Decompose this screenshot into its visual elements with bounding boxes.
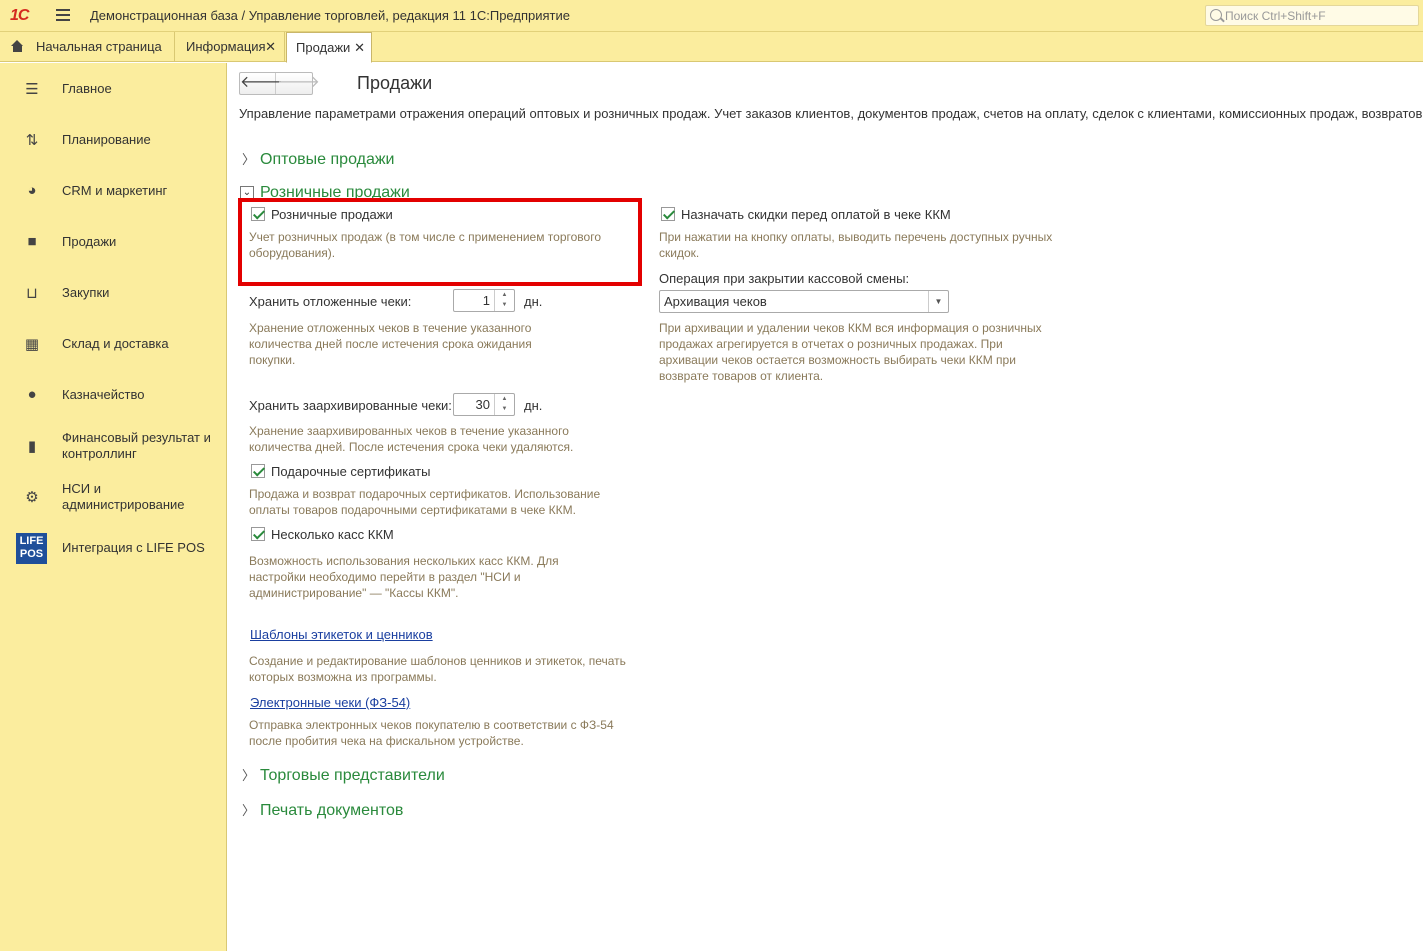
sidebar-item-label: Планирование [62, 132, 151, 147]
tab-label: Продажи [296, 40, 351, 55]
close-shift-select[interactable]: Архивация чеков ▼ [659, 290, 949, 313]
multi-kkm-label: Несколько касс ККМ [271, 527, 394, 542]
archived-days-value: 30 [475, 397, 490, 412]
archived-checks-hint: Хранение заархивированных чеков в течени… [249, 424, 574, 454]
tab-information[interactable]: Информация ✕ [176, 32, 285, 62]
spin-arrows[interactable]: ▲ ▼ [494, 290, 514, 311]
ruble-icon: ● [27, 386, 37, 403]
close-icon[interactable]: ✕ [265, 32, 276, 62]
main-content: 🡐 🡒 Продажи Управление параметрами отраж… [228, 63, 1423, 951]
sidebar-item-warehouse[interactable]: ▦ Склад и доставка [0, 324, 226, 364]
multi-kkm-checkbox[interactable] [251, 527, 265, 541]
app-logo: 1С [10, 7, 29, 24]
title-bar: 1С Демонстрационная база / Управление то… [0, 0, 1423, 32]
sidebar-item-lifepos[interactable]: LIFE POS Интеграция с LIFE POS [0, 528, 226, 568]
search-icon [1210, 9, 1222, 21]
discount-checkbox[interactable] [661, 207, 675, 221]
close-shift-hint: При архивации и удалении чеков ККМ вся и… [659, 321, 1042, 383]
home-icon [11, 40, 24, 52]
archived-days-unit: дн. [524, 398, 543, 413]
sidebar-item-planning[interactable]: ⇅ Планирование [0, 120, 226, 160]
sidebar-item-admin[interactable]: ⚙ НСИ и администрирование [0, 477, 226, 517]
chevron-right-icon: 〉 [242, 768, 256, 783]
sidebar-item-label: Казначейство [62, 387, 145, 402]
sidebar-item-label: Главное [62, 81, 112, 96]
deferred-checks-hint: Хранение отложенных чеков в течение указ… [249, 321, 532, 367]
page-description: Управление параметрами отражения операци… [239, 106, 1423, 121]
close-shift-label: Операция при закрытии кассовой смены: [659, 271, 910, 286]
section-wholesale[interactable]: 〉 Оптовые продажи [242, 149, 394, 169]
sidebar-item-main[interactable]: ☰ Главное [0, 69, 226, 109]
sidebar-item-label: Закупки [62, 285, 110, 300]
section-print-documents[interactable]: 〉 Печать документов [242, 800, 403, 820]
archived-checks-label: Хранить заархивированные чеки: [249, 398, 452, 413]
cart-icon: ⊔ [26, 285, 38, 302]
nav-buttons: 🡐 🡒 [239, 72, 320, 95]
gift-certificates-hint: Продажа и возврат подарочных сертификато… [249, 487, 601, 517]
arrow-down-icon[interactable]: ▼ [495, 404, 514, 414]
tab-label: Информация [186, 39, 266, 54]
sidebar: ☰ Главное ⇅ Планирование ◕ CRM и маркети… [0, 63, 227, 951]
warehouse-icon: ▦ [24, 336, 40, 353]
tab-sales[interactable]: Продажи ✕ [286, 32, 372, 63]
multi-kkm-hint: Возможность использования нескольких кас… [249, 554, 559, 600]
forward-arrow-icon[interactable]: 🡒 [277, 73, 320, 94]
section-label: Оптовые продажи [260, 151, 395, 168]
section-label: Торговые представители [260, 767, 445, 784]
spin-arrows[interactable]: ▲ ▼ [494, 394, 514, 415]
tab-label: Начальная страница [36, 39, 162, 54]
page-title: Продажи [357, 73, 433, 93]
chevron-right-icon: 〉 [242, 152, 256, 167]
arrow-up-icon[interactable]: ▲ [495, 290, 514, 300]
deferred-days-input[interactable]: 1 ▲ ▼ [453, 289, 515, 312]
planning-icon: ⇅ [25, 132, 39, 149]
main-menu-icon[interactable] [56, 9, 70, 21]
list-icon: ☰ [25, 81, 39, 98]
sidebar-item-label: Интеграция с LIFE POS [62, 540, 205, 555]
bar-chart-icon: ▮ [27, 438, 37, 455]
sidebar-item-label: CRM и маркетинг [62, 183, 168, 198]
sidebar-item-label: Продажи [62, 234, 117, 249]
sidebar-item-sales[interactable]: ■ Продажи [0, 222, 226, 262]
sidebar-item-treasury[interactable]: ● Казначейство [0, 375, 226, 415]
label-templates-link[interactable]: Шаблоны этикеток и ценников [250, 627, 433, 642]
tab-home[interactable]: Начальная страница [0, 32, 175, 62]
section-sales-reps[interactable]: 〉 Торговые представители [242, 765, 445, 785]
tabs-bar: Начальная страница Информация ✕ Продажи … [0, 32, 1423, 63]
chevron-down-icon[interactable]: ▼ [928, 291, 948, 312]
close-shift-value: Архивация чеков [664, 294, 767, 309]
section-label: Печать документов [260, 802, 404, 819]
sidebar-item-label: Склад и доставка [62, 336, 169, 351]
global-search[interactable] [1205, 5, 1419, 26]
lifepos-icon: LIFE POS [16, 533, 47, 564]
discount-label: Назначать скидки перед оплатой в чеке КК… [681, 207, 951, 222]
archived-days-input[interactable]: 30 ▲ ▼ [453, 393, 515, 416]
electronic-checks-link[interactable]: Электронные чеки (ФЗ-54) [250, 695, 410, 710]
close-icon[interactable]: ✕ [354, 33, 365, 63]
lifepos-logo-text: LIFE POS [19, 535, 44, 560]
deferred-days-unit: дн. [524, 294, 543, 309]
arrow-up-icon[interactable]: ▲ [495, 394, 514, 404]
pie-chart-icon: ◕ [27, 182, 37, 199]
electronic-checks-hint: Отправка электронных чеков покупателю в … [249, 718, 614, 748]
app-title: Демонстрационная база / Управление торго… [90, 8, 570, 23]
highlight-box [238, 198, 642, 286]
arrow-down-icon[interactable]: ▼ [495, 300, 514, 310]
bag-icon: ■ [27, 233, 37, 250]
chevron-right-icon: 〉 [242, 803, 256, 818]
sidebar-item-label: НСИ и администрирование [62, 481, 185, 512]
sidebar-item-label: Финансовый результат и контроллинг [62, 430, 211, 461]
deferred-checks-label: Хранить отложенные чеки: [249, 294, 412, 309]
deferred-days-value: 1 [482, 293, 490, 308]
gift-certificates-checkbox[interactable] [251, 464, 265, 478]
sidebar-item-crm[interactable]: ◕ CRM и маркетинг [0, 171, 226, 211]
discount-hint: При нажатии на кнопку оплаты, выводить п… [659, 230, 1053, 260]
sidebar-item-finance[interactable]: ▮ Финансовый результат и контроллинг [0, 426, 226, 466]
sidebar-item-purchases[interactable]: ⊔ Закупки [0, 273, 226, 313]
gear-icon: ⚙ [25, 489, 39, 506]
search-input[interactable] [1225, 7, 1415, 24]
gift-certificates-label: Подарочные сертификаты [271, 464, 431, 479]
back-arrow-icon[interactable]: 🡐 [240, 73, 283, 94]
label-templates-hint: Создание и редактирование шаблонов ценни… [249, 654, 626, 684]
